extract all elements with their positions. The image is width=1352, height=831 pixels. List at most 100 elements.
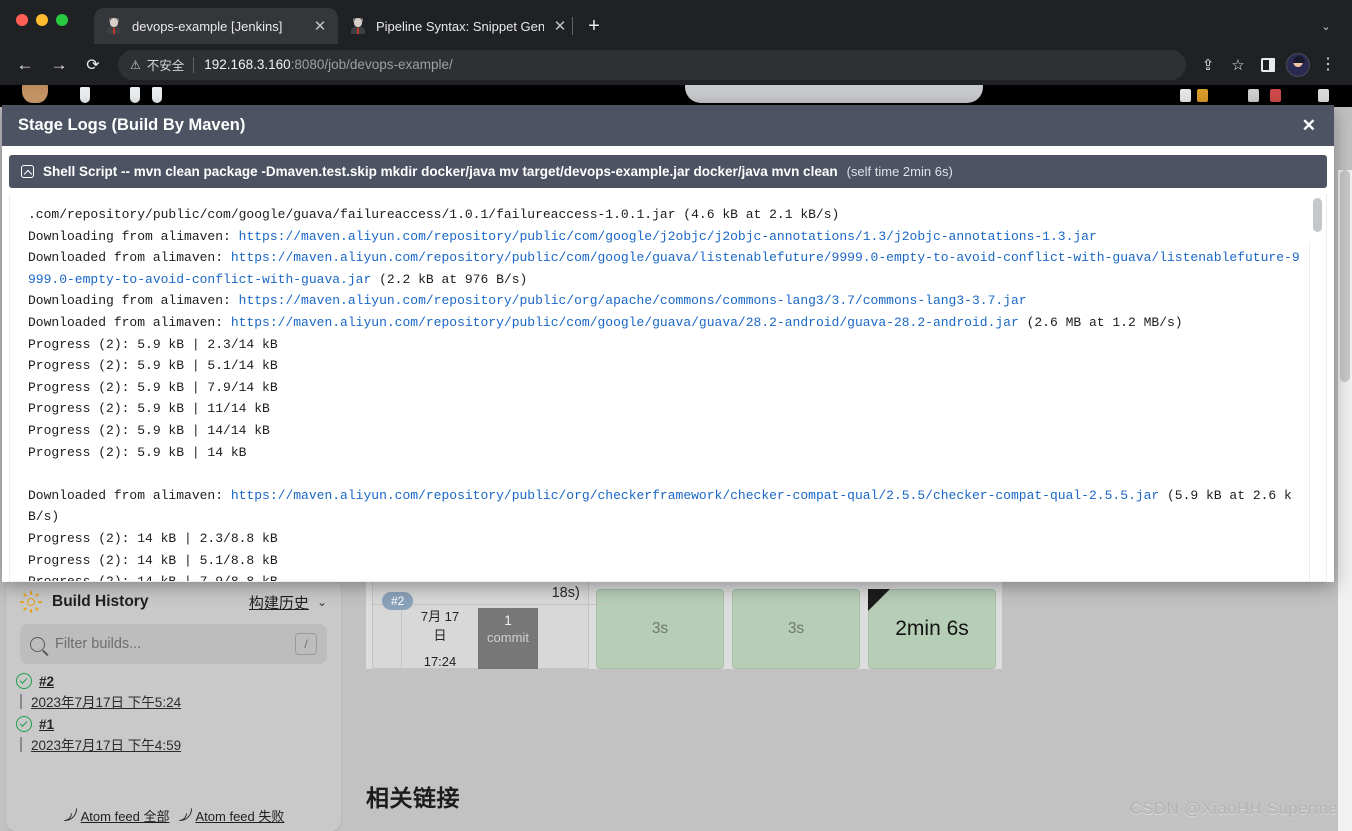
close-icon[interactable]: ✕ <box>1300 113 1318 138</box>
stage-view: 18s) #2 7月 17 日 17:24 1 commit 3s 3s 2mi… <box>366 581 1002 670</box>
chevron-down-icon[interactable]: ⌄ <box>1312 12 1340 40</box>
tab-title: Pipeline Syntax: Snippet Gener <box>376 18 544 34</box>
tab-pipeline-syntax[interactable]: Pipeline Syntax: Snippet Gener ✕ <box>338 8 578 44</box>
avatar[interactable] <box>1284 50 1312 80</box>
log-scrollbar-thumb[interactable] <box>1313 198 1322 232</box>
minimize-window-button[interactable] <box>36 14 48 26</box>
stage-view-cells: 3s 3s 2min 6s <box>596 581 996 669</box>
side-panel-icon[interactable] <box>1254 50 1282 80</box>
atom-feed-all[interactable]: Atom feed 全部 <box>63 806 170 825</box>
filter-wrap: Filter builds... / <box>6 624 341 664</box>
log-line: Progress (2): 5.9 kB | 5.1/14 kB <box>28 355 1304 377</box>
log-text-segment: Downloaded from alimaven: <box>28 487 231 503</box>
back-button[interactable]: ← <box>10 50 40 80</box>
tab-devops-example[interactable]: devops-example [Jenkins] ✕ <box>94 8 338 44</box>
forward-button[interactable]: → <box>44 50 74 80</box>
log-link[interactable]: https://maven.aliyun.com/repository/publ… <box>231 488 1159 503</box>
stage-cell-selected[interactable]: 2min 6s <box>868 589 996 669</box>
build-list: #2 2023年7月17日 下午5:24 #1 2023年7月17日 下午4:5… <box>6 670 341 756</box>
close-window-button[interactable] <box>16 14 28 26</box>
log-text-segment: Progress (2): 5.9 kB | 14/14 kB <box>28 422 270 438</box>
url-path: :8080/job/devops-example/ <box>290 57 453 72</box>
stage-view-total-time: 18s) <box>551 585 580 601</box>
build-date[interactable]: 2023年7月17日 下午4:59 <box>31 734 181 754</box>
new-tab-button[interactable]: + <box>580 12 608 40</box>
atom-feed-all-label: Atom feed 全部 <box>80 809 170 824</box>
log-line: Downloaded from alimaven: https://maven.… <box>28 485 1304 528</box>
log-text-segment: .com/repository/public/com/google/guava/… <box>28 207 840 222</box>
build-number[interactable]: #2 <box>39 674 54 689</box>
build-history-header: Build History 构建历史 ⌄ <box>6 580 341 624</box>
stage-view-build-badge[interactable]: #2 <box>382 592 414 610</box>
log-text-segment: Progress (2): 14 kB | 5.1/8.8 kB <box>28 552 278 568</box>
browser-toolbar: ← → ⟳ ⚠ 不安全 192.168.3.160:8080/job/devop… <box>0 44 1352 85</box>
log-divider <box>1309 242 1310 581</box>
header-icon <box>1180 89 1191 102</box>
stage-logs-modal: Stage Logs (Build By Maven) ✕ Shell Scri… <box>2 105 1334 582</box>
tab-strip: devops-example [Jenkins] ✕ Pipeline Synt… <box>0 0 1352 44</box>
step-header[interactable]: Shell Script -- mvn clean package -Dmave… <box>9 155 1327 188</box>
modal-title: Stage Logs (Build By Maven) <box>18 116 246 134</box>
log-line: Progress (2): 5.9 kB | 2.3/14 kB <box>28 334 1304 356</box>
search-icon <box>30 636 45 652</box>
modal-header: Stage Logs (Build By Maven) ✕ <box>2 105 1334 146</box>
list-item[interactable]: #1 2023年7月17日 下午4:59 <box>6 713 341 756</box>
log-line: Progress (2): 5.9 kB | 14/14 kB <box>28 420 1304 442</box>
log-text-segment: Downloaded from alimaven: <box>28 250 231 266</box>
address-bar[interactable]: ⚠ 不安全 192.168.3.160:8080/job/devops-exam… <box>118 49 1186 80</box>
stage-cell[interactable]: 3s <box>596 589 724 669</box>
collapse-icon[interactable] <box>21 165 34 178</box>
divider <box>193 56 195 73</box>
maximize-window-button[interactable] <box>56 14 68 26</box>
share-icon[interactable]: ⇪ <box>1194 50 1222 80</box>
screen: devops-example [Jenkins] ✕ Pipeline Synt… <box>0 0 1352 831</box>
bookmark-star-icon[interactable]: ☆ <box>1224 50 1252 80</box>
log-line: Progress (2): 14 kB | 7.9/8.8 kB <box>28 571 1304 581</box>
atom-feeds: Atom feed 全部 Atom feed 失败 <box>6 806 341 825</box>
log-line: Downloading from alimaven: https://maven… <box>28 226 1304 248</box>
build-history-title-zh[interactable]: 构建历史 <box>249 592 309 613</box>
build-number[interactable]: #1 <box>39 717 54 732</box>
commit-count: 1 <box>504 613 512 628</box>
build-date[interactable]: 2023年7月17日 下午5:24 <box>31 691 181 711</box>
stage-view-build-meta: 18s) #2 7月 17 日 17:24 1 commit <box>372 581 613 670</box>
log-line: Downloaded from alimaven: https://maven.… <box>28 247 1304 290</box>
rss-icon <box>178 808 192 822</box>
log-text-segment: (2.2 kB at 976 B/s) <box>371 271 528 287</box>
chevron-down-icon[interactable]: ⌄ <box>317 595 327 609</box>
log-link[interactable]: https://maven.aliyun.com/repository/publ… <box>239 293 1027 308</box>
log-link[interactable]: https://maven.aliyun.com/repository/publ… <box>231 315 1019 330</box>
log-text-segment: Progress (2): 14 kB | 7.9/8.8 kB <box>28 574 278 581</box>
window-traffic-lights[interactable] <box>16 14 68 26</box>
stage-view-date: 7月 17 日 <box>410 608 470 646</box>
log-text: .com/repository/public/com/google/guava/… <box>10 194 1326 581</box>
shortcut-badge: / <box>295 633 317 655</box>
atom-feed-failed[interactable]: Atom feed 失败 <box>178 806 284 825</box>
rss-icon <box>63 808 77 822</box>
watermark: CSDN @XiaoHH Superme <box>1129 799 1338 818</box>
filter-placeholder: Filter builds... <box>55 636 142 652</box>
close-icon[interactable]: ✕ <box>548 14 572 38</box>
browser-menu-icon[interactable]: ⋮ <box>1314 50 1342 80</box>
page-scrollbar[interactable] <box>1338 170 1352 831</box>
jenkins-icon <box>350 18 366 34</box>
page-scrollbar-thumb[interactable] <box>1340 170 1350 382</box>
filter-builds-input[interactable]: Filter builds... / <box>20 624 327 664</box>
reload-button[interactable]: ⟳ <box>78 50 108 80</box>
stage-view-row: 18s) #2 7月 17 日 17:24 1 commit 3s 3s 2mi… <box>372 581 996 670</box>
stage-duration: 3s <box>787 620 805 637</box>
list-item[interactable]: #2 2023年7月17日 下午5:24 <box>6 670 341 713</box>
jenkins-search-box[interactable] <box>685 85 983 103</box>
divider <box>20 736 22 752</box>
related-links-heading: 相关链接 <box>366 785 460 811</box>
stage-cell[interactable]: 3s <box>732 589 860 669</box>
log-link[interactable]: https://maven.aliyun.com/repository/publ… <box>239 229 1097 244</box>
related-links-section: 相关链接 最近一次构建(#2),41 毫秒之前 最近稳定构建(#1),24 分之… <box>366 779 1006 831</box>
log-line: Progress (2): 5.9 kB | 7.9/14 kB <box>28 377 1304 399</box>
build-history-title: Build History <box>52 593 149 610</box>
log-scrollbar[interactable] <box>1313 196 1322 579</box>
close-icon[interactable]: ✕ <box>308 14 332 38</box>
log-text-segment: Downloaded from alimaven: <box>28 314 231 330</box>
browser-chrome: devops-example [Jenkins] ✕ Pipeline Synt… <box>0 0 1352 85</box>
